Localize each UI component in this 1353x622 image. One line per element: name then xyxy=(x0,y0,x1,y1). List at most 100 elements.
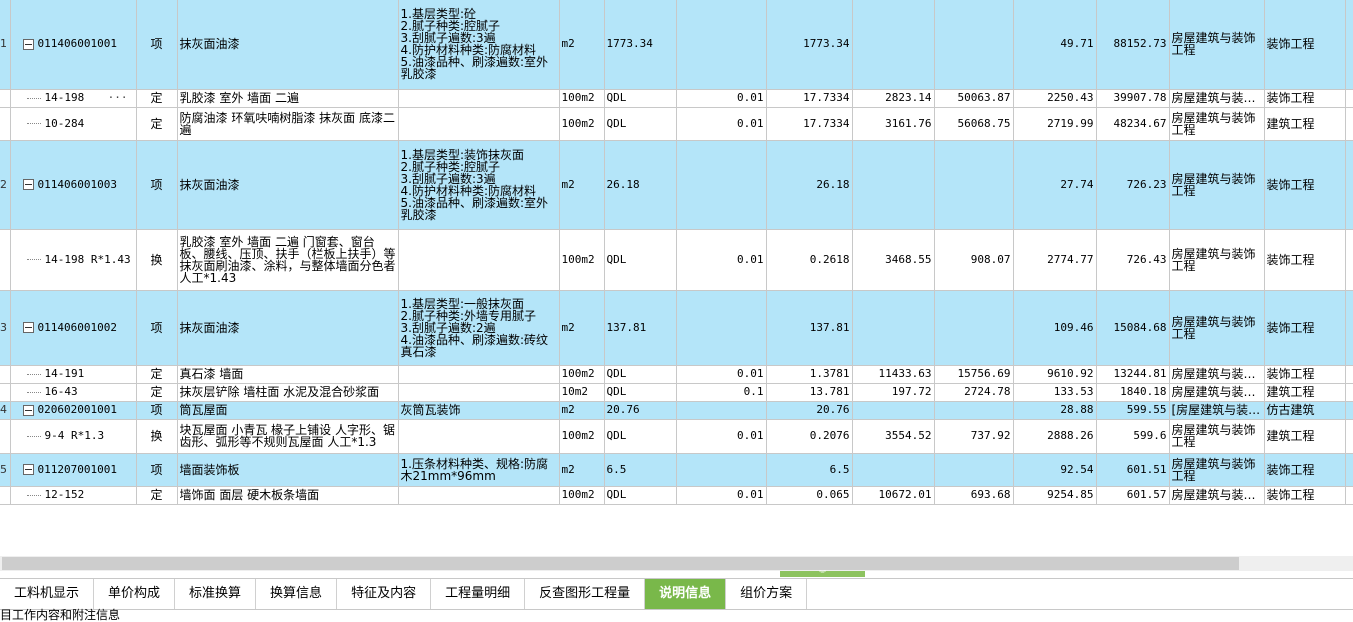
cell-cat[interactable]: 换 xyxy=(136,229,178,291)
quota-row[interactable]: 14-198 R*1.43 换乳胶漆 室外 墙面 二遍 门窗套、窗台板、腰线、压顶… xyxy=(0,229,1353,291)
cell-cat[interactable]: 换 xyxy=(136,419,178,454)
cell-idx[interactable] xyxy=(0,89,11,108)
cell-cat[interactable]: 定 xyxy=(136,107,178,141)
tab-7[interactable]: 说明信息 xyxy=(645,579,727,609)
cell-feat[interactable]: 1.基层类型:装饰抹灰面 2.腻子种类:腔腻子 3.刮腻子遍数:3遍 4.防护材… xyxy=(398,140,560,230)
cell-price[interactable] xyxy=(852,290,935,366)
cell-code[interactable]: 9-4 R*1.3 xyxy=(10,419,137,454)
cell-coef[interactable] xyxy=(676,453,767,487)
bill-item-row[interactable]: 1 011406001001 项抹灰面油漆 1.基层类型:砼 2.腻子种类:腔腻子 3… xyxy=(0,0,1353,90)
cell-idx[interactable]: 2 xyxy=(0,140,11,230)
cell-cprice[interactable]: 2719.99 xyxy=(1013,107,1097,141)
cell-feat[interactable]: 灰筒瓦装饰 xyxy=(398,401,560,420)
cell-total[interactable]: 50063.87 xyxy=(934,89,1014,108)
cell-csum[interactable]: 601.51 xyxy=(1096,453,1170,487)
cell-unit[interactable]: m2 xyxy=(559,140,605,230)
cell-unit[interactable]: 100m2 xyxy=(559,229,605,291)
cell-csum[interactable]: 13244.81 xyxy=(1096,365,1170,384)
cell-expr[interactable]: 6.5 xyxy=(604,453,677,487)
cell-code[interactable]: 011406001002 xyxy=(10,290,137,366)
cell-csum[interactable]: 15084.68 xyxy=(1096,290,1170,366)
cell-code[interactable]: 14-198 R*1.43 xyxy=(10,229,137,291)
cell-price[interactable]: 3468.55 xyxy=(852,229,935,291)
cell-idx[interactable] xyxy=(0,229,11,291)
cell-expr[interactable]: QDL xyxy=(604,383,677,402)
cell-idx[interactable]: 3 xyxy=(0,290,11,366)
tab-6[interactable]: 反查图形工程量 xyxy=(525,579,646,609)
cell-csum[interactable]: 726.23 xyxy=(1096,140,1170,230)
cell-cat[interactable]: 项 xyxy=(136,140,178,230)
cell-cprice[interactable]: 49.71 xyxy=(1013,0,1097,90)
cell-expr[interactable]: QDL xyxy=(604,229,677,291)
cell-spec[interactable]: 房屋建筑与装饰工程 xyxy=(1169,140,1265,230)
cell-qty[interactable]: 0.2076 xyxy=(766,419,853,454)
bill-item-row[interactable]: 5 011207001001 项墙面装饰板 1.压条材料种类、规格:防腐木21mm*9… xyxy=(0,453,1353,487)
cell-total[interactable] xyxy=(934,290,1014,366)
cell-total[interactable] xyxy=(934,0,1014,90)
cell-cat[interactable]: 定 xyxy=(136,486,178,505)
cell-feat[interactable] xyxy=(398,383,560,402)
cell-prof[interactable]: 装饰工程 xyxy=(1264,365,1346,384)
cell-unit[interactable]: m2 xyxy=(559,401,605,420)
cell-idx[interactable]: 5 xyxy=(0,453,11,487)
cell-idx[interactable]: 1 xyxy=(0,0,11,90)
cell-spec[interactable]: 房屋建筑与装饰工程 xyxy=(1169,453,1265,487)
cell-coef[interactable]: 0.01 xyxy=(676,365,767,384)
cell-unit[interactable]: 100m2 xyxy=(559,107,605,141)
cell-code[interactable]: 011406001003 xyxy=(10,140,137,230)
collapse-toggle-icon[interactable] xyxy=(22,38,34,50)
cell-coef[interactable]: 0.01 xyxy=(676,419,767,454)
cell-spec[interactable]: 房屋建筑与装饰工程 xyxy=(1169,290,1265,366)
cell-prof[interactable]: 装饰工程 xyxy=(1264,486,1346,505)
cell-expr[interactable]: 1773.34 xyxy=(604,0,677,90)
cell-qty[interactable]: 13.781 xyxy=(766,383,853,402)
cell-coef[interactable]: 0.01 xyxy=(676,107,767,141)
cell-cat[interactable]: 定 xyxy=(136,383,178,402)
cell-price[interactable]: 3161.76 xyxy=(852,107,935,141)
cell-cprice[interactable]: 2774.77 xyxy=(1013,229,1097,291)
cell-cat[interactable]: 项 xyxy=(136,290,178,366)
cell-cat[interactable]: 定 xyxy=(136,89,178,108)
cell-name[interactable]: 墙面装饰板 xyxy=(177,453,399,487)
cell-qty[interactable]: 26.18 xyxy=(766,140,853,230)
cell-prof[interactable]: 建筑工程 xyxy=(1264,107,1346,141)
cell-cprice[interactable]: 28.88 xyxy=(1013,401,1097,420)
cell-price[interactable]: 11433.63 xyxy=(852,365,935,384)
cell-spec[interactable]: 房屋建筑与装… xyxy=(1169,383,1265,402)
cell-qty[interactable]: 17.7334 xyxy=(766,107,853,141)
quota-row[interactable]: 10-284 定防腐油漆 环氧呋喃树脂漆 抹灰面 底漆二遍 100m2 QDL 0.01… xyxy=(0,107,1353,141)
cell-csum[interactable]: 1840.18 xyxy=(1096,383,1170,402)
cell-name[interactable]: 抹灰面油漆 xyxy=(177,290,399,366)
cell-name[interactable]: 真石漆 墙面 xyxy=(177,365,399,384)
cell-total[interactable]: 15756.69 xyxy=(934,365,1014,384)
cell-coef[interactable] xyxy=(676,401,767,420)
cell-feat[interactable] xyxy=(398,365,560,384)
cell-cprice[interactable]: 109.46 xyxy=(1013,290,1097,366)
cell-code[interactable]: 12-152 xyxy=(10,486,137,505)
tab-8[interactable]: 组价方案 xyxy=(726,579,808,609)
cell-feat[interactable] xyxy=(398,107,560,141)
cell-idx[interactable] xyxy=(0,486,11,505)
cell-cprice[interactable]: 92.54 xyxy=(1013,453,1097,487)
cell-cat[interactable]: 定 xyxy=(136,365,178,384)
cell-coef[interactable] xyxy=(676,290,767,366)
cell-price[interactable] xyxy=(852,0,935,90)
cell-feat[interactable] xyxy=(398,486,560,505)
cell-expr[interactable]: QDL xyxy=(604,89,677,108)
tab-2[interactable]: 标准换算 xyxy=(175,579,257,609)
tab-4[interactable]: 特征及内容 xyxy=(337,579,432,609)
cell-qty[interactable]: 1.3781 xyxy=(766,365,853,384)
cell-idx[interactable] xyxy=(0,107,11,141)
cell-csum[interactable]: 39907.78 xyxy=(1096,89,1170,108)
cell-cprice[interactable]: 133.53 xyxy=(1013,383,1097,402)
cell-expr[interactable]: QDL xyxy=(604,486,677,505)
tab-1[interactable]: 单价构成 xyxy=(94,579,176,609)
cell-cat[interactable]: 项 xyxy=(136,0,178,90)
bill-item-row[interactable]: 3 011406001002 项抹灰面油漆 1.基层类型:一般抹灰面 2.腻子种类:外… xyxy=(0,290,1353,366)
cell-total[interactable] xyxy=(934,401,1014,420)
quota-row[interactable]: 16-43 定抹灰层铲除 墙柱面 水泥及混合砂浆面 10m2 QDL 0.1 13.781… xyxy=(0,383,1353,402)
cell-idx[interactable]: 4 xyxy=(0,401,11,420)
cell-spec[interactable]: 房屋建筑与装… xyxy=(1169,486,1265,505)
cell-spec[interactable]: 房屋建筑与装饰工程 xyxy=(1169,229,1265,291)
cell-name[interactable]: 墙饰面 面层 硬木板条墙面 xyxy=(177,486,399,505)
